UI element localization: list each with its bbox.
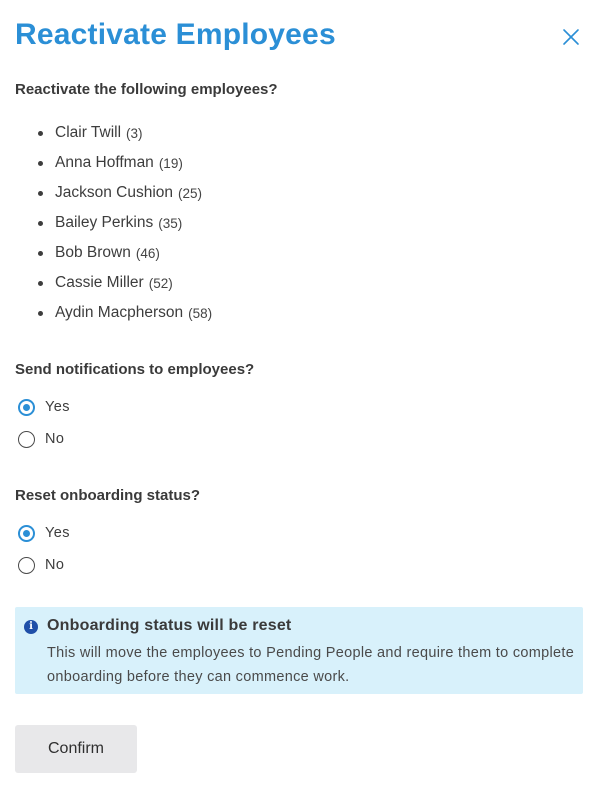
employee-id: (52) — [148, 275, 173, 291]
radio-checked-icon[interactable] — [18, 398, 35, 416]
list-item: Clair Twill (3) — [38, 118, 212, 148]
notifications-no-radio[interactable]: No — [18, 428, 64, 450]
bullet — [38, 310, 43, 316]
dialog-title: Reactivate Employees — [15, 18, 336, 51]
radio-label: No — [45, 431, 65, 447]
reactivate-employees-dialog: Reactivate Employees Reactivate the foll… — [0, 0, 598, 790]
info-icon: i — [24, 620, 38, 634]
notifications-yes-radio[interactable]: Yes — [18, 396, 70, 418]
confirm-button[interactable]: Confirm — [15, 725, 137, 773]
bullet — [38, 280, 43, 286]
alert-body: This will move the employees to Pending … — [47, 645, 575, 685]
employee-id: (3) — [126, 125, 143, 141]
list-item: Cassie Miller (52) — [38, 268, 212, 298]
employee-name: Anna Hoffman — [55, 154, 154, 171]
alert-title: Onboarding status will be reset — [47, 617, 292, 634]
radio-unchecked-icon[interactable] — [18, 556, 35, 574]
close-icon[interactable] — [560, 26, 582, 48]
list-item: Aydin Macpherson (58) — [38, 298, 212, 328]
radio-unchecked-icon[interactable] — [18, 430, 35, 448]
radio-label: Yes — [45, 525, 70, 541]
list-item: Bailey Perkins (35) — [38, 208, 212, 238]
radio-label: No — [45, 557, 65, 573]
radio-checked-icon[interactable] — [18, 524, 35, 542]
list-item: Bob Brown (46) — [38, 238, 212, 268]
list-item: Jackson Cushion (25) — [38, 178, 212, 208]
bullet — [38, 130, 43, 136]
employee-id: (46) — [135, 245, 160, 261]
employee-name: Aydin Macpherson — [55, 304, 184, 321]
bullet — [38, 190, 43, 196]
list-item: Anna Hoffman (19) — [38, 148, 212, 178]
employee-name: Cassie Miller — [55, 274, 144, 291]
bullet — [38, 250, 43, 256]
onboarding-yes-radio[interactable]: Yes — [18, 522, 70, 544]
onboarding-question: Reset onboarding status? — [15, 487, 201, 504]
radio-label: Yes — [45, 399, 70, 415]
bullet — [38, 160, 43, 166]
employee-id: (25) — [178, 185, 203, 201]
employee-name: Bailey Perkins — [55, 214, 154, 231]
notifications-question: Send notifications to employees? — [15, 361, 255, 378]
bullet — [38, 220, 43, 226]
onboarding-no-radio[interactable]: No — [18, 554, 64, 576]
employee-id: (19) — [158, 155, 183, 171]
employee-name: Clair Twill — [55, 124, 122, 141]
employee-name: Bob Brown — [55, 244, 131, 261]
employee-list: Clair Twill (3) Anna Hoffman (19) Jackson … — [38, 118, 212, 328]
onboarding-reset-alert: i Onboarding status will be reset This w… — [15, 607, 583, 694]
employee-id: (58) — [188, 305, 213, 321]
employee-name: Jackson Cushion — [55, 184, 174, 201]
employees-question: Reactivate the following employees? — [15, 81, 278, 98]
employee-id: (35) — [158, 215, 183, 231]
